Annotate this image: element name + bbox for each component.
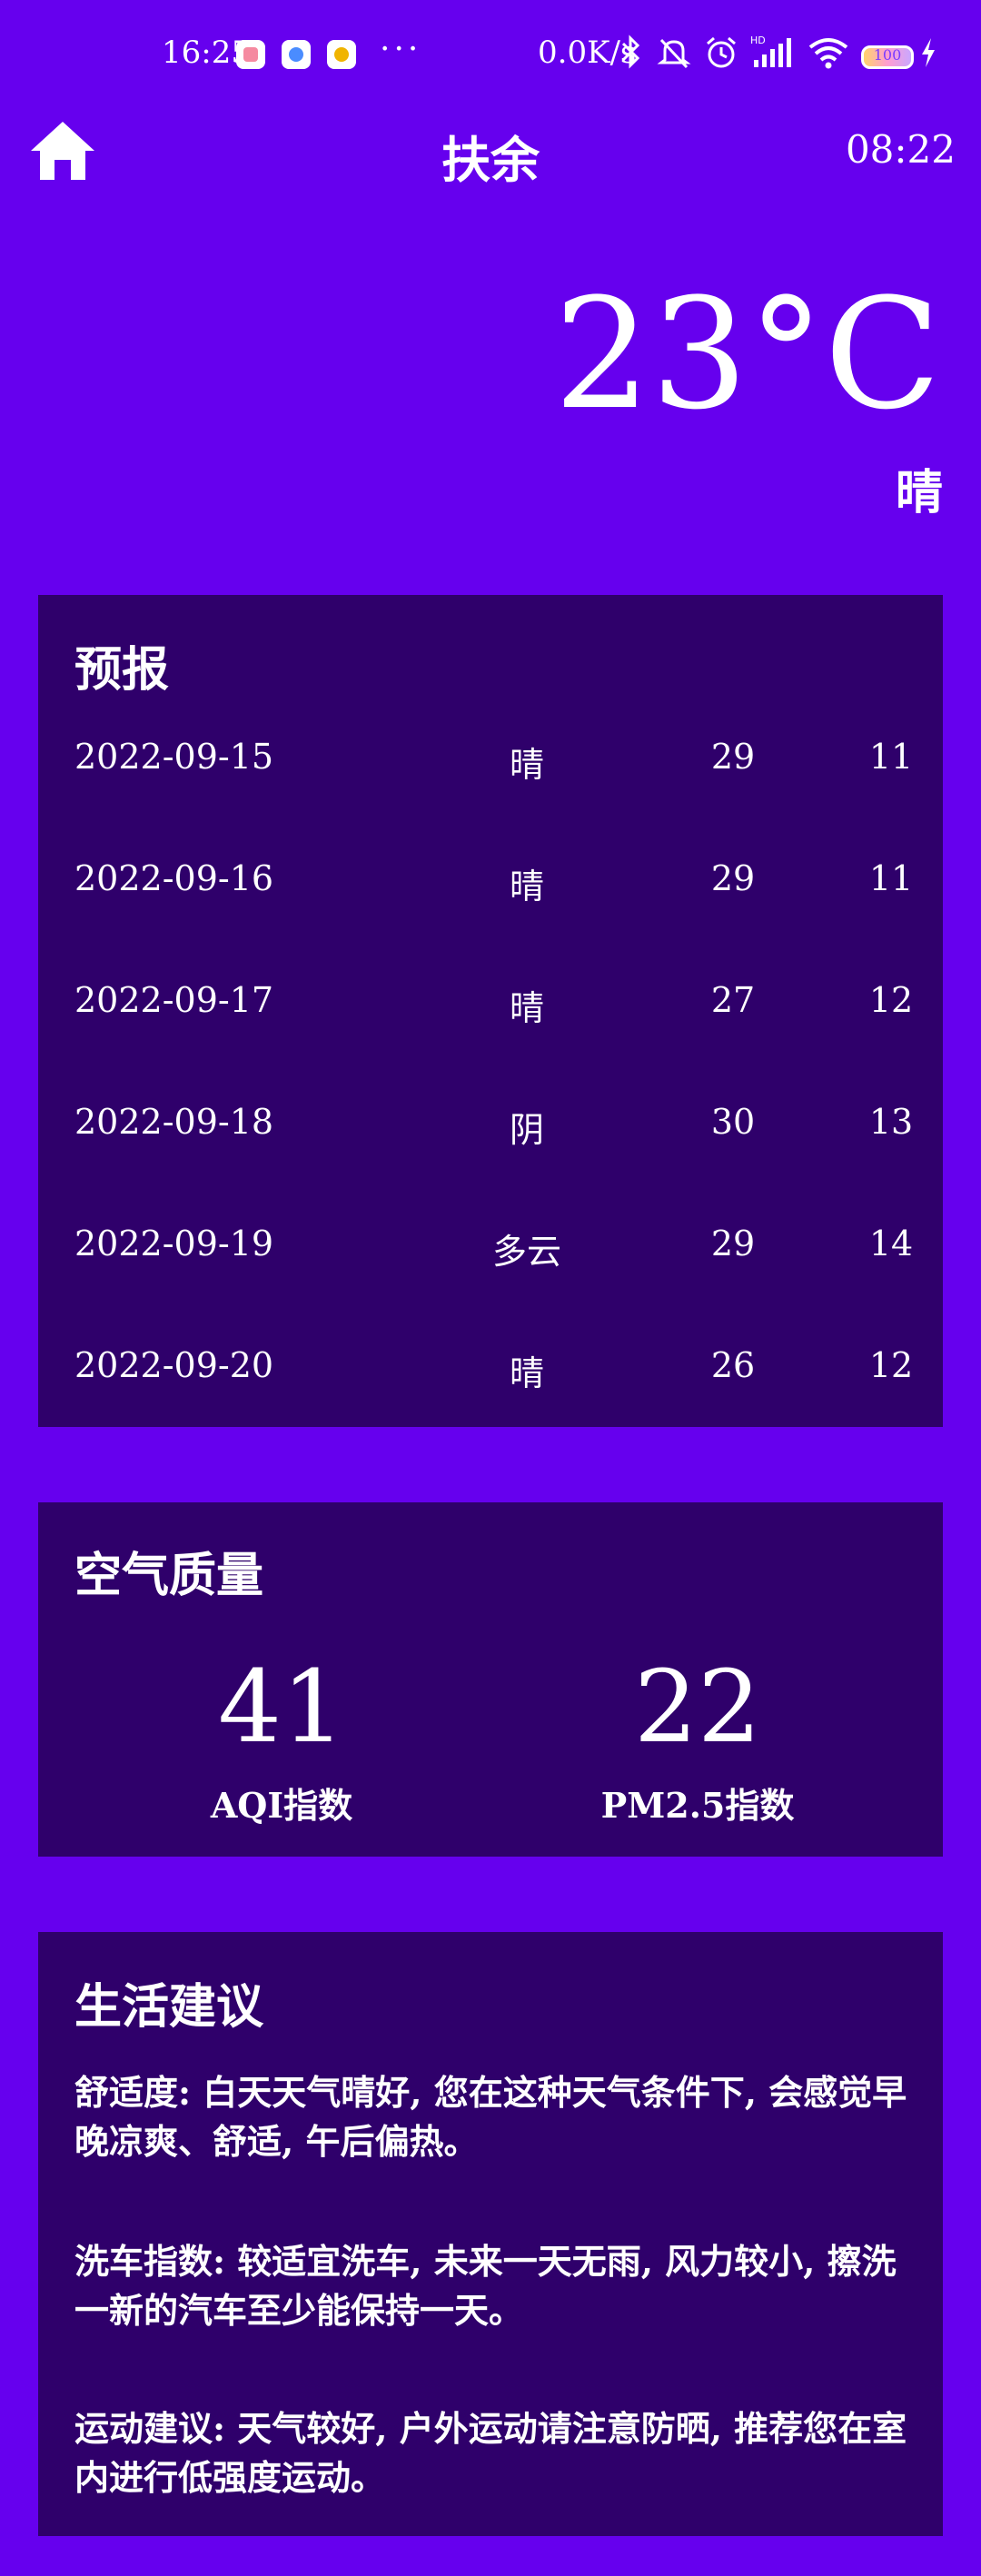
forecast-row: 2022-09-16 晴 29 11 bbox=[38, 858, 943, 913]
forecast-date: 2022-09-16 bbox=[74, 858, 274, 898]
current-temperature: 23°C bbox=[553, 265, 941, 443]
forecast-low: 14 bbox=[868, 1224, 914, 1263]
aqi-label: AQI指数 bbox=[210, 1785, 353, 1826]
forecast-row: 2022-09-20 晴 26 12 bbox=[38, 1345, 943, 1400]
air-quality-card: 空气质量 41 AQI指数 22 PM2.5指数 bbox=[38, 1502, 943, 1857]
app-notification-icon bbox=[236, 40, 265, 69]
forecast-condition: 晴 bbox=[509, 1353, 544, 1393]
air-quality-title: 空气质量 bbox=[74, 1548, 264, 1603]
app-notification-icon bbox=[327, 40, 356, 69]
forecast-date: 2022-09-15 bbox=[74, 737, 274, 777]
app-notification-icon bbox=[282, 40, 311, 69]
update-time: 08:22 bbox=[845, 127, 956, 172]
forecast-condition: 晴 bbox=[509, 988, 544, 1028]
charging-icon bbox=[919, 36, 937, 76]
pm25-value: 22 bbox=[634, 1649, 761, 1765]
city-title: 扶余 bbox=[441, 131, 540, 189]
forecast-date: 2022-09-20 bbox=[74, 1345, 274, 1385]
forecast-high: 29 bbox=[710, 737, 756, 777]
more-notifications-icon: ··· bbox=[380, 31, 422, 68]
forecast-date: 2022-09-17 bbox=[74, 980, 274, 1020]
forecast-high: 26 bbox=[710, 1345, 756, 1385]
life-advice-title: 生活建议 bbox=[74, 1979, 264, 2035]
forecast-condition: 阴 bbox=[509, 1110, 544, 1150]
current-weather: 晴 bbox=[895, 465, 943, 520]
forecast-high: 29 bbox=[710, 1224, 756, 1263]
forecast-low: 12 bbox=[868, 980, 914, 1020]
forecast-date: 2022-09-19 bbox=[74, 1224, 274, 1263]
forecast-card: 预报 2022-09-15 晴 29 11 2022-09-16 晴 29 11… bbox=[38, 595, 943, 1427]
life-advice-card: 生活建议 舒适度: 白天天气晴好, 您在这种天气条件下, 会感觉早晚凉爽、舒适,… bbox=[38, 1932, 943, 2536]
svg-text:HD: HD bbox=[750, 35, 766, 46]
status-bar: 16:25 ··· 0.0K/s HD 100 bbox=[0, 0, 981, 109]
forecast-date: 2022-09-18 bbox=[74, 1102, 274, 1142]
signal-icon: HD bbox=[750, 35, 796, 79]
pm25-label: PM2.5指数 bbox=[600, 1785, 795, 1826]
bluetooth-icon bbox=[619, 35, 643, 77]
forecast-high: 27 bbox=[710, 980, 756, 1020]
forecast-row: 2022-09-15 晴 29 11 bbox=[38, 737, 943, 791]
forecast-condition: 晴 bbox=[509, 867, 544, 907]
forecast-condition: 多云 bbox=[491, 1232, 561, 1272]
forecast-low: 11 bbox=[868, 737, 914, 777]
forecast-row: 2022-09-17 晴 27 12 bbox=[38, 980, 943, 1035]
aqi-value: 41 bbox=[218, 1649, 345, 1765]
car-wash-advice: 洗车指数: 较适宜洗车, 未来一天无雨, 风力较小, 擦洗一新的汽车至少能保持一… bbox=[74, 2241, 897, 2331]
alarm-icon bbox=[703, 35, 739, 79]
forecast-high: 29 bbox=[710, 858, 756, 898]
forecast-row: 2022-09-18 阴 30 13 bbox=[38, 1102, 943, 1156]
forecast-low: 13 bbox=[868, 1102, 914, 1142]
forecast-title: 预报 bbox=[74, 642, 170, 698]
battery-icon: 100 bbox=[861, 45, 914, 69]
sport-advice: 运动建议: 天气较好, 户外运动请注意防晒, 推荐您在室内进行低强度运动。 bbox=[74, 2408, 907, 2498]
mute-bell-icon bbox=[656, 35, 692, 79]
forecast-low: 11 bbox=[868, 858, 914, 898]
comfort-advice: 舒适度: 白天天气晴好, 您在这种天气条件下, 会感觉早晚凉爽、舒适, 午后偏热… bbox=[74, 2072, 907, 2162]
forecast-row: 2022-09-19 多云 29 14 bbox=[38, 1224, 943, 1278]
forecast-condition: 晴 bbox=[509, 745, 544, 785]
forecast-high: 30 bbox=[710, 1102, 756, 1142]
wifi-icon bbox=[807, 35, 850, 79]
forecast-low: 12 bbox=[868, 1345, 914, 1385]
